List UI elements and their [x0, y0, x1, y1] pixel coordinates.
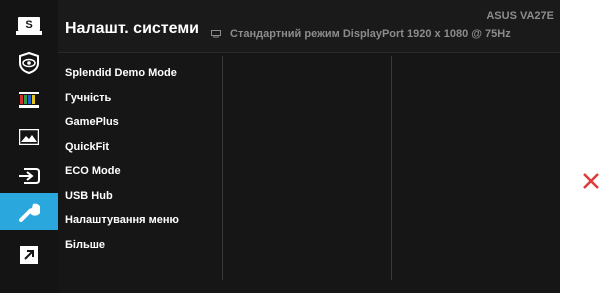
- up-key[interactable]: [582, 232, 608, 254]
- sidebar-item-image[interactable]: [5, 118, 53, 155]
- eye-shield-icon: [19, 51, 39, 74]
- menu-item-eco-mode[interactable]: ECO Mode: [65, 164, 179, 189]
- column-divider: [222, 56, 223, 280]
- confirm-key[interactable]: [582, 202, 608, 224]
- checkmark-icon: [582, 205, 602, 221]
- sidebar-item-shortcut[interactable]: [5, 236, 53, 273]
- sidebar-item-input-select[interactable]: [5, 157, 53, 194]
- splendid-s-icon: S: [16, 16, 42, 35]
- down-key[interactable]: [582, 258, 608, 280]
- osd-sidebar: S: [0, 0, 58, 293]
- menu-item-gameplus[interactable]: GamePlus: [65, 115, 179, 140]
- osd-header: Налашт. системи Стандартний режим Displa…: [58, 0, 560, 53]
- menu-item-more[interactable]: Більше: [65, 238, 179, 263]
- close-key[interactable]: [582, 170, 608, 192]
- input-arrow-icon: [19, 167, 40, 184]
- menu-item-volume[interactable]: Гучність: [65, 91, 179, 116]
- sidebar-item-color[interactable]: [5, 81, 53, 118]
- page-title: Налашт. системи: [65, 20, 199, 37]
- osd-main: Налашт. системи Стандартний режим Displa…: [58, 0, 560, 293]
- osd-panel: S Налашт. системи Стандартний режим Disp…: [0, 0, 560, 293]
- sidebar-item-splendid[interactable]: S: [5, 7, 53, 44]
- arrow-up-icon: [583, 236, 599, 250]
- wrench-icon: [19, 203, 40, 222]
- menu-item-splendid-demo-mode[interactable]: Splendid Demo Mode: [65, 66, 179, 91]
- menu-item-osd-setup[interactable]: Налаштування меню: [65, 213, 179, 238]
- menu-item-quickfit[interactable]: QuickFit: [65, 140, 179, 165]
- image-landscape-icon: [19, 128, 39, 145]
- sidebar-item-eye-care[interactable]: [5, 44, 53, 81]
- shortcut-arrow-icon: [20, 245, 38, 264]
- svg-text:S: S: [25, 19, 32, 31]
- column-divider: [391, 56, 392, 280]
- settings-menu: Splendid Demo Mode Гучність GamePlus Qui…: [65, 66, 179, 262]
- sidebar-item-system-setup[interactable]: [0, 193, 58, 230]
- color-bars-icon: [19, 91, 39, 108]
- menu-item-usb-hub[interactable]: USB Hub: [65, 189, 179, 214]
- model-name: ASUS VA27E: [486, 10, 554, 22]
- arrow-down-icon: [583, 262, 599, 276]
- display-mode-info: Стандартний режим DisplayPort 1920 x 108…: [230, 28, 511, 40]
- monitor-icon: [211, 30, 221, 38]
- close-x-icon: [583, 173, 599, 189]
